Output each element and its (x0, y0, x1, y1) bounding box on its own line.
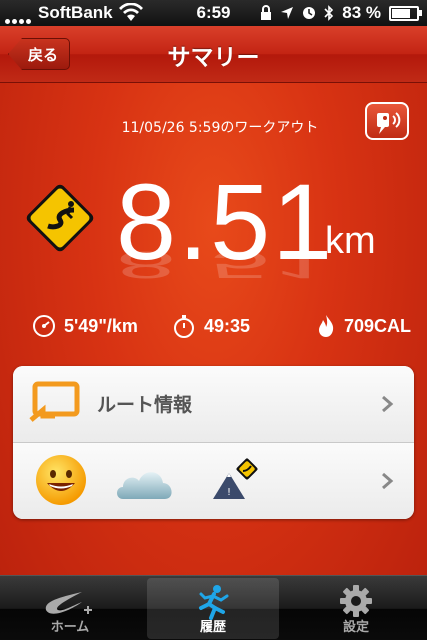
speaker-voice-icon (377, 112, 401, 134)
calories-stat: 709CAL (316, 314, 411, 338)
route-info-row[interactable]: ルート情報 (13, 366, 414, 443)
conditions-row[interactable]: ! (13, 443, 414, 519)
chevron-right-icon (382, 472, 394, 490)
pace-stat: 5'49"/km (32, 314, 138, 338)
battery-percent: 83 % (342, 3, 381, 22)
bluetooth-icon (324, 5, 334, 21)
tab-home[interactable]: ホーム (4, 578, 136, 639)
tab-history-label: 履歴 (199, 620, 226, 635)
battery-icon (389, 5, 422, 21)
flame-icon (319, 315, 334, 337)
tab-home-label: ホーム (50, 620, 90, 635)
calories-value: 709CAL (344, 315, 412, 336)
chevron-right-icon (382, 395, 394, 413)
duration-stat: 49:35 (172, 314, 250, 338)
route-map-icon (29, 381, 80, 422)
cloud-icon (117, 472, 172, 499)
status-bar: SoftBank 6:59 83 % (0, 0, 427, 26)
tab-history[interactable]: 履歴 (147, 578, 279, 639)
tab-settings[interactable]: 設定 (290, 578, 422, 639)
workout-stats: 5'49"/km 49:35 709CAL (0, 312, 427, 344)
status-icons: 83 % (260, 3, 422, 23)
route-info-label: ルート情報 (97, 394, 193, 416)
tab-bar: ホーム 履歴 設定 (0, 575, 427, 640)
stopwatch-icon (174, 315, 194, 338)
smiley-icon (36, 455, 86, 505)
workout-detail-panel: ルート情報 ! (13, 366, 414, 519)
runner-icon (199, 585, 229, 620)
svg-text:!: ! (227, 487, 231, 498)
trail-route-sign-icon (26, 184, 94, 252)
workout-date: 11/05/26 5:59のワークアウト (121, 120, 319, 136)
voice-feedback-button[interactable] (365, 102, 409, 140)
location-arrow-icon (281, 7, 294, 19)
distance-reflection: 8.51 (116, 244, 335, 287)
navigation-bar: 戻る サマリー (0, 26, 427, 83)
alarm-clock-icon (303, 7, 316, 19)
battery-fill (392, 8, 410, 18)
lock-icon (261, 5, 272, 20)
summary-screen: SoftBank 6:59 83 % 戻る サマリー 11/05/26 5:59… (0, 0, 427, 640)
duration-value: 49:35 (204, 315, 251, 336)
pace-value: 5'49"/km (64, 315, 138, 336)
distance-unit: km (325, 220, 376, 262)
speedometer-icon (33, 315, 55, 337)
page-title: サマリー (167, 45, 260, 71)
tab-settings-label: 設定 (342, 620, 369, 635)
nike-plus-icon (45, 592, 92, 614)
gear-icon (340, 585, 372, 617)
trail-terrain-icon: ! (213, 458, 258, 499)
